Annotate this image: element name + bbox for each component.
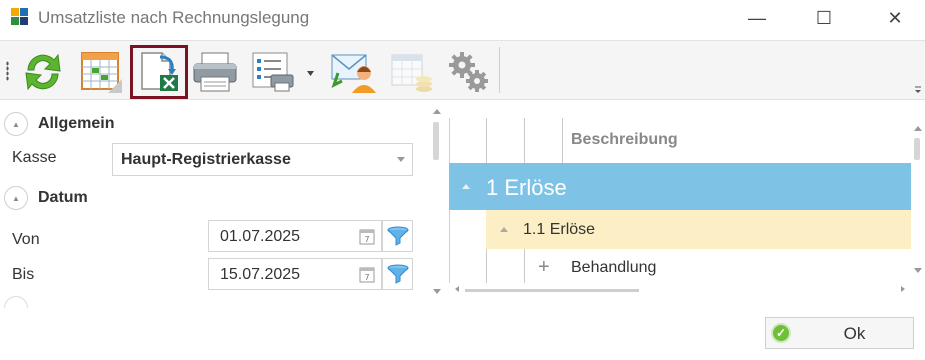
filter-funnel-icon bbox=[387, 264, 408, 284]
title-bar: Umsatzliste nach Rechnungslegung — ☐ ✕ bbox=[0, 0, 925, 36]
toolbar bbox=[0, 40, 925, 100]
refresh-button[interactable] bbox=[14, 45, 72, 99]
print-list-button[interactable] bbox=[244, 45, 320, 99]
scrollbar-thumb[interactable] bbox=[433, 122, 439, 160]
collapse-arrow-icon[interactable] bbox=[462, 184, 470, 189]
calendar-grid-icon bbox=[81, 52, 122, 93]
scroll-left-icon[interactable] bbox=[455, 286, 459, 292]
close-button[interactable]: ✕ bbox=[865, 0, 925, 36]
excel-export-button[interactable] bbox=[130, 45, 188, 99]
section-allgemein[interactable]: ▲ Allgemein bbox=[4, 110, 114, 138]
grid-vertical-scrollbar[interactable] bbox=[911, 118, 925, 283]
printer-icon bbox=[193, 52, 237, 92]
von-date-value: 01.07.2025 bbox=[220, 228, 301, 245]
scroll-down-icon[interactable] bbox=[433, 289, 441, 294]
group-row-label: 1 Erlöse bbox=[486, 175, 567, 200]
scroll-down-icon[interactable] bbox=[914, 268, 922, 273]
von-date-input[interactable]: 01.07.2025 7 bbox=[208, 220, 382, 252]
calendar-icon[interactable]: 7 bbox=[359, 228, 375, 245]
von-label: Von bbox=[12, 231, 40, 248]
email-contact-button[interactable] bbox=[324, 45, 382, 99]
minimize-icon: — bbox=[748, 7, 766, 28]
svg-text:7: 7 bbox=[364, 235, 369, 244]
window-title: Umsatzliste nach Rechnungslegung bbox=[38, 8, 310, 27]
section-title-datum: Datum bbox=[38, 189, 88, 206]
bis-date-value: 15.07.2025 bbox=[220, 266, 301, 283]
toolbar-separator bbox=[499, 47, 500, 93]
print-button[interactable] bbox=[186, 45, 244, 99]
ok-button-label: Ok bbox=[843, 324, 866, 343]
toolbar-grip-handle[interactable] bbox=[6, 61, 9, 81]
email-contact-icon bbox=[331, 54, 376, 93]
print-list-icon bbox=[252, 52, 314, 92]
bis-filter-button[interactable] bbox=[382, 258, 413, 290]
svg-text:7: 7 bbox=[364, 273, 369, 282]
column-header-beschreibung[interactable]: Beschreibung bbox=[571, 131, 678, 149]
settings-button[interactable] bbox=[440, 45, 498, 99]
grid-column-divider bbox=[562, 118, 563, 163]
settings-gears-icon bbox=[449, 52, 488, 92]
maximize-icon: ☐ bbox=[815, 7, 833, 28]
scroll-up-icon[interactable] bbox=[433, 109, 441, 114]
minimize-button[interactable]: — bbox=[727, 0, 787, 36]
bis-date-input[interactable]: 15.07.2025 7 bbox=[208, 258, 382, 290]
section-title-allgemein: Allgemein bbox=[38, 115, 115, 132]
maximize-button[interactable]: ☐ bbox=[794, 0, 854, 36]
collapse-up-icon[interactable]: ▲ bbox=[4, 186, 28, 210]
excel-export-icon bbox=[141, 52, 178, 91]
refresh-icon bbox=[25, 53, 61, 91]
kasse-label: Kasse bbox=[12, 149, 57, 166]
bis-label: Bis bbox=[12, 266, 35, 283]
close-icon: ✕ bbox=[887, 7, 903, 28]
expand-plus-icon[interactable]: + bbox=[538, 256, 550, 279]
table-coins-icon bbox=[391, 54, 432, 92]
row-label: Behandlung bbox=[571, 259, 657, 276]
kasse-select[interactable]: Haupt-Registrierkasse bbox=[112, 143, 413, 176]
table-row[interactable]: + Behandlung bbox=[524, 249, 912, 285]
app-logo-icon bbox=[11, 8, 29, 26]
collapse-up-icon[interactable]: ▲ bbox=[4, 112, 28, 136]
scrollbar-thumb[interactable] bbox=[914, 138, 920, 160]
scroll-right-icon[interactable] bbox=[901, 286, 905, 292]
collapse-arrow-icon[interactable] bbox=[500, 227, 508, 232]
scrollbar-thumb[interactable] bbox=[465, 289, 639, 292]
section-datum[interactable]: ▲ Datum bbox=[4, 184, 88, 212]
scroll-up-icon[interactable] bbox=[914, 126, 922, 131]
calendar-icon[interactable]: 7 bbox=[359, 266, 375, 283]
group-row-level1[interactable]: 1 Erlöse bbox=[449, 163, 912, 210]
group-row-level2[interactable]: 1.1 Erlöse bbox=[486, 210, 912, 249]
collapse-up-icon[interactable] bbox=[4, 296, 28, 308]
ok-button[interactable]: ✓ Ok bbox=[765, 317, 914, 349]
filter-funnel-icon bbox=[387, 226, 408, 246]
calendar-view-button[interactable] bbox=[72, 45, 130, 99]
toolbar-overflow-icon[interactable] bbox=[913, 85, 923, 95]
table-coins-button[interactable] bbox=[382, 45, 440, 99]
group-row-label: 1.1 Erlöse bbox=[523, 221, 596, 238]
left-pane-scrollbar[interactable] bbox=[430, 106, 444, 298]
von-filter-button[interactable] bbox=[382, 220, 413, 252]
kasse-select-value: Haupt-Registrierkasse bbox=[121, 151, 291, 168]
chevron-down-icon bbox=[397, 157, 405, 162]
grid-horizontal-scrollbar[interactable] bbox=[449, 283, 911, 297]
